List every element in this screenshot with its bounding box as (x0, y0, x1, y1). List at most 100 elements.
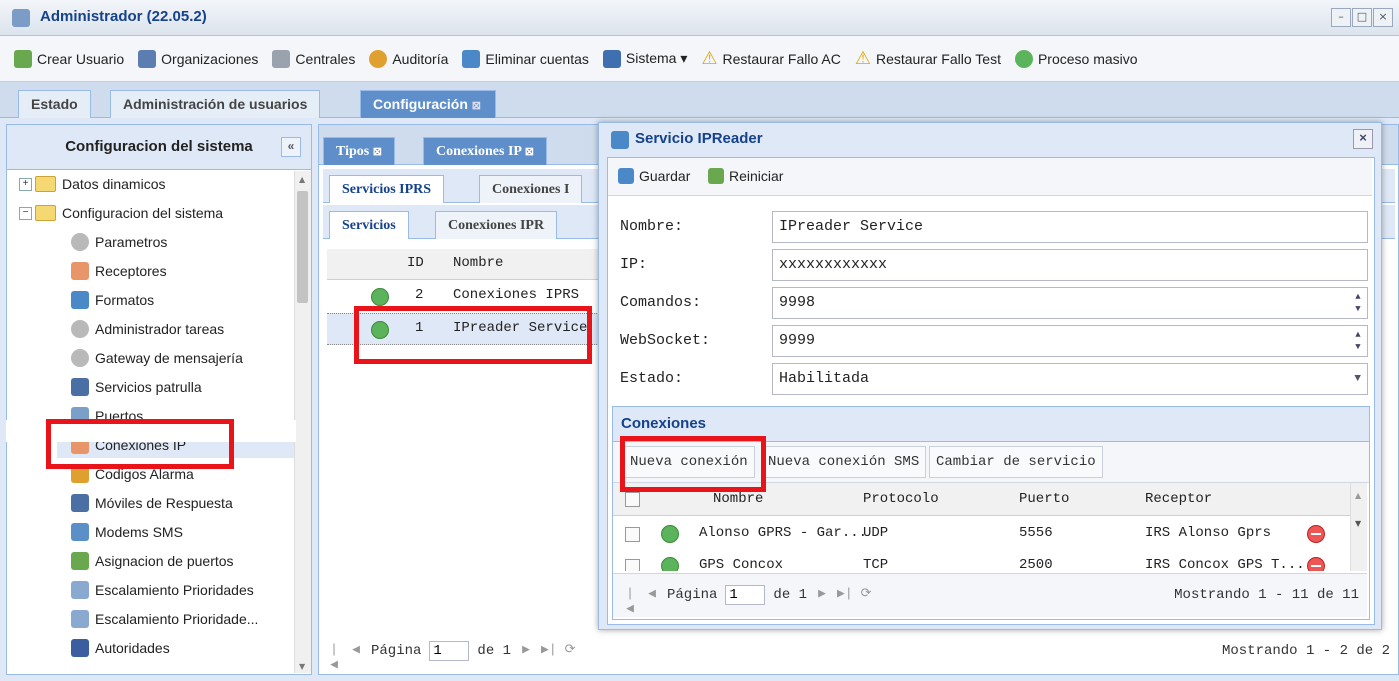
prev-page-icon[interactable]: ◀ (645, 586, 659, 604)
spinner-icon[interactable]: ▲ ▼ (1351, 329, 1365, 353)
tree-item[interactable]: Escalamiento Prioridade... (71, 606, 258, 632)
system-menu-button[interactable]: Sistema ▾ (602, 49, 687, 68)
chevron-down-icon[interactable]: ▼ (1354, 364, 1361, 394)
tab-conexiones-ipr[interactable]: Conexiones IPR (435, 211, 558, 239)
commands-field[interactable]: 9998 ▲ ▼ (772, 287, 1368, 319)
reset-button[interactable]: Reiniciar (708, 168, 783, 184)
scroll-down-icon[interactable]: ▼ (1355, 519, 1361, 528)
collapse-icon[interactable]: − (19, 206, 32, 220)
refresh-icon[interactable]: ⟳ (859, 586, 873, 604)
page-input[interactable] (725, 585, 766, 605)
tab-estado[interactable]: Estado (18, 90, 91, 118)
remove-icon[interactable] (1307, 557, 1325, 571)
col-nombre[interactable]: Nombre (453, 255, 503, 271)
close-button[interactable]: × (1373, 8, 1393, 27)
tab-close-icon[interactable]: ⊠ (472, 100, 481, 112)
collapse-button[interactable]: « (281, 137, 301, 157)
tree-item[interactable]: Asignacion de puertos (71, 548, 234, 574)
prev-page-icon[interactable]: ◀ (349, 642, 363, 660)
dialog-close-button[interactable]: × (1353, 129, 1373, 149)
dialog-toolbar: Guardar Reiniciar (608, 158, 1372, 196)
name-field[interactable]: IPreader Service (772, 211, 1368, 243)
dialog-body: Guardar Reiniciar Nombre: IPreader Servi… (607, 157, 1375, 625)
tree-scrollbar[interactable]: ▲ ▼ (294, 171, 311, 673)
connections-scrollbar[interactable]: ▲ ▼ (1350, 483, 1367, 571)
tab-configuracion[interactable]: Configuración ⊠ (360, 90, 496, 118)
col-puerto[interactable]: Puerto (1019, 491, 1069, 507)
expand-icon[interactable]: + (19, 177, 32, 191)
ip-field[interactable]: xxxxxxxxxxxx (772, 249, 1368, 281)
tree-item[interactable]: Parametros (71, 229, 167, 255)
tree-item[interactable]: Formatos (71, 287, 154, 313)
centrales-button[interactable]: Centrales (272, 49, 355, 68)
enabled-icon (661, 557, 679, 571)
select-all-checkbox[interactable] (625, 492, 640, 507)
first-page-icon[interactable]: |◀ (327, 642, 341, 672)
highlight-ipreader-row (354, 306, 592, 364)
tree-item[interactable]: Administrador tareas (71, 316, 224, 342)
row-checkbox[interactable] (625, 527, 640, 542)
restore-test-fault-button[interactable]: ⚠ Restaurar Fallo Test (855, 48, 1001, 69)
tab-close-icon[interactable]: ⊠ (373, 146, 382, 158)
maximize-button[interactable]: □ (1352, 8, 1372, 27)
websocket-field[interactable]: 9999 ▲ ▼ (772, 325, 1368, 357)
delete-accounts-icon (462, 49, 481, 68)
first-page-icon[interactable]: |◀ (623, 586, 637, 616)
tab-user-admin[interactable]: Administración de usuarios (110, 90, 321, 118)
audit-button[interactable]: Auditoría (369, 49, 448, 68)
col-protocolo[interactable]: Protocolo (863, 491, 939, 507)
next-page-icon[interactable]: ▶ (815, 586, 829, 604)
scrollbar-thumb[interactable] (297, 191, 308, 303)
scroll-up-icon[interactable]: ▲ (1355, 491, 1361, 500)
change-service-button[interactable]: Cambiar de servicio (929, 446, 1103, 478)
restore-ac-fault-button[interactable]: ⚠ Restaurar Fallo AC (701, 48, 840, 69)
scroll-up-icon[interactable]: ▲ (299, 175, 305, 184)
state-select[interactable]: Habilitada ▼ (772, 363, 1368, 395)
save-button[interactable]: Guardar (618, 168, 690, 184)
highlight-conexiones-ip (46, 419, 234, 469)
tab-conexiones-ip[interactable]: Conexiones IP ⊠ (423, 137, 547, 165)
tab-close-icon[interactable]: ⊠ (525, 146, 534, 158)
tree-item[interactable]: + Datos dinamicos (19, 171, 166, 197)
tree-item-label: Asignacion de puertos (95, 553, 234, 569)
connections-showing: Mostrando 1 - 11 de 11 (1174, 587, 1359, 603)
last-page-icon[interactable]: ▶| (837, 586, 853, 604)
tab-servicios-iprs[interactable]: Servicios IPRS (329, 175, 445, 203)
table-row[interactable]: Alonso GPRS - Gar... UDP 5556 IRS Alonso… (613, 517, 1350, 549)
minimize-button[interactable]: – (1331, 8, 1351, 27)
tree-item[interactable]: Modems SMS (71, 519, 183, 545)
next-page-icon[interactable]: ▶ (519, 642, 533, 660)
tree-item[interactable]: Receptores (71, 258, 167, 284)
tree-item[interactable]: Autoridades (71, 635, 170, 661)
tree-item[interactable]: Gateway de mensajería (71, 345, 243, 371)
car-icon (71, 494, 89, 512)
page-input[interactable] (429, 641, 470, 661)
tree-item[interactable]: − Configuracion del sistema (19, 200, 223, 226)
delete-accounts-button[interactable]: Eliminar cuentas (462, 49, 589, 68)
tree-item[interactable]: Escalamiento Prioridades (71, 577, 254, 603)
scroll-down-icon[interactable]: ▼ (299, 662, 305, 671)
bulk-process-button[interactable]: Proceso masivo (1014, 49, 1138, 68)
tab-servicios[interactable]: Servicios (329, 211, 409, 239)
row-checkbox[interactable] (625, 559, 640, 571)
table-row[interactable]: GPS Concox TCP 2500 IRS Concox GPS T... (613, 549, 1350, 571)
tree-item-label: Parametros (95, 234, 168, 250)
main-tabs: Estado Administración de usuarios Config… (0, 82, 1399, 118)
organizations-button[interactable]: Organizaciones (138, 49, 258, 68)
tab-conexiones-i[interactable]: Conexiones I (479, 175, 583, 203)
highlight-new-connection (620, 436, 766, 492)
tab-tipos[interactable]: Tipos ⊠ (323, 137, 395, 165)
new-sms-connection-button[interactable]: Nueva conexión SMS (761, 446, 927, 478)
remove-icon[interactable] (1307, 525, 1325, 543)
spinner-icon[interactable]: ▲ ▼ (1351, 291, 1365, 315)
tree-item[interactable]: Móviles de Respuesta (71, 490, 233, 516)
tree-item-label: Modems SMS (95, 524, 183, 540)
check-circle-icon (1014, 49, 1033, 68)
last-page-icon[interactable]: ▶| (541, 642, 557, 660)
col-receptor[interactable]: Receptor (1145, 491, 1212, 507)
tree-item[interactable]: Servicios patrulla (71, 374, 202, 400)
refresh-icon[interactable]: ⟳ (563, 642, 577, 660)
col-nombre[interactable]: Nombre (713, 491, 763, 507)
create-user-button[interactable]: Crear Usuario (14, 49, 124, 68)
col-id[interactable]: ID (407, 255, 424, 271)
